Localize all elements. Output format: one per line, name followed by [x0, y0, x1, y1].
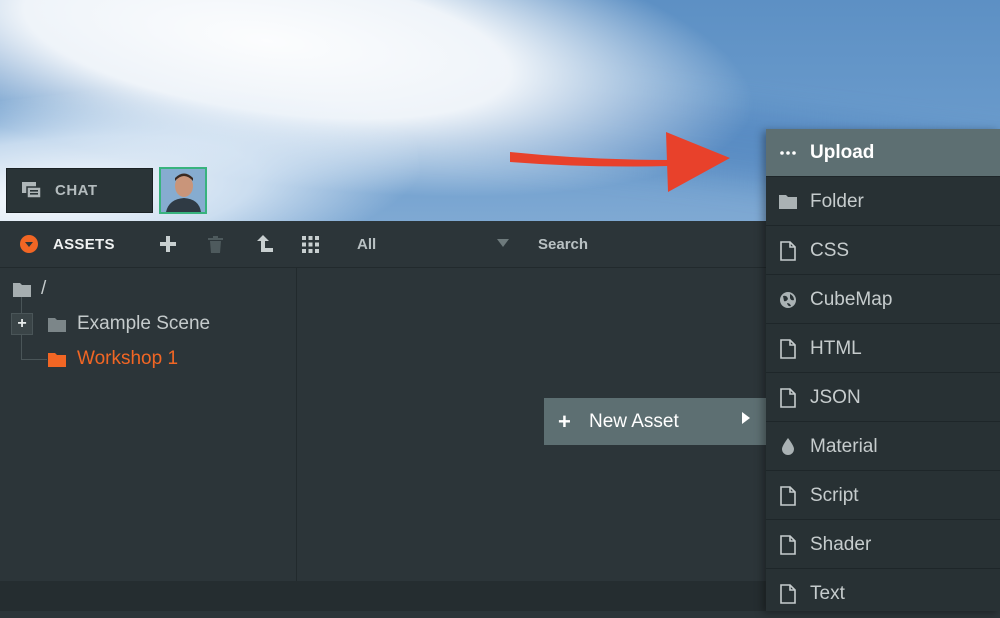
folder-icon	[778, 192, 798, 212]
file-icon	[778, 338, 798, 359]
new-asset-label: New Asset	[589, 410, 679, 432]
chat-tab[interactable]: CHAT	[6, 168, 153, 213]
folder-icon	[48, 317, 66, 332]
folder-icon	[48, 352, 66, 367]
avatar[interactable]	[159, 167, 207, 214]
ellipsis-icon	[778, 143, 798, 163]
menu-item-label: JSON	[810, 386, 861, 408]
chevron-down-icon	[497, 239, 509, 247]
add-asset-icon[interactable]	[159, 235, 177, 253]
menu-item-script[interactable]: Script	[766, 472, 1000, 520]
tree-item-label: Example Scene	[77, 313, 211, 334]
new-asset-menu-item[interactable]: + New Asset	[544, 398, 766, 445]
globe-icon	[778, 290, 798, 310]
trash-icon[interactable]	[207, 235, 224, 254]
expand-toggle[interactable]: +	[11, 313, 33, 335]
tree-item-label: Workshop 1	[77, 348, 179, 369]
plus-icon: +	[17, 315, 27, 332]
menu-item-label: Upload	[810, 141, 875, 163]
menu-item-label: Script	[810, 484, 859, 506]
menu-item-label: Shader	[810, 533, 872, 555]
file-icon	[778, 534, 798, 555]
plus-icon: +	[558, 408, 571, 434]
annotation-arrow-icon	[510, 132, 730, 192]
tree-root-label: /	[41, 278, 47, 299]
chat-label: CHAT	[55, 182, 98, 199]
menu-item-label: Text	[810, 583, 845, 604]
tree-root[interactable]: /	[13, 278, 46, 300]
droplet-icon	[778, 437, 798, 457]
file-icon	[778, 387, 798, 408]
file-icon	[778, 485, 798, 506]
chat-icon	[22, 181, 42, 199]
asset-type-filter[interactable]: All	[357, 221, 517, 267]
menu-item-label: HTML	[810, 337, 862, 359]
tree-item-example-scene[interactable]: Example Scene	[48, 313, 210, 335]
menu-item-css[interactable]: CSS	[766, 227, 1000, 275]
folder-tree: / + Example Scene Workshop 1	[0, 268, 296, 581]
menu-item-material[interactable]: Material	[766, 423, 1000, 471]
menu-item-label: CubeMap	[810, 288, 893, 310]
menu-item-upload[interactable]: Upload	[766, 129, 1000, 177]
new-asset-submenu: Upload Folder CSS CubeMap HTML JSON Mate…	[766, 129, 1000, 611]
menu-item-label: CSS	[810, 239, 850, 261]
menu-item-label: Folder	[810, 190, 864, 212]
menu-item-json[interactable]: JSON	[766, 374, 1000, 422]
go-up-folder-icon[interactable]	[255, 235, 275, 253]
file-icon	[778, 584, 798, 604]
menu-item-folder[interactable]: Folder	[766, 178, 1000, 226]
tree-item-workshop-1[interactable]: Workshop 1	[48, 348, 178, 370]
search-input[interactable]: Search	[538, 221, 588, 267]
submenu-arrow-icon	[742, 412, 750, 424]
menu-item-html[interactable]: HTML	[766, 325, 1000, 373]
filter-value: All	[357, 235, 377, 253]
menu-item-cubemap[interactable]: CubeMap	[766, 276, 1000, 324]
file-icon	[778, 240, 798, 261]
folder-icon	[13, 282, 31, 297]
assets-title: ASSETS	[53, 235, 115, 253]
menu-item-shader[interactable]: Shader	[766, 521, 1000, 569]
user-avatar-image	[161, 169, 205, 212]
collapse-panel-icon[interactable]	[19, 234, 39, 254]
grid-view-icon[interactable]	[302, 235, 319, 253]
search-placeholder: Search	[538, 235, 589, 253]
menu-item-label: Material	[810, 435, 878, 457]
